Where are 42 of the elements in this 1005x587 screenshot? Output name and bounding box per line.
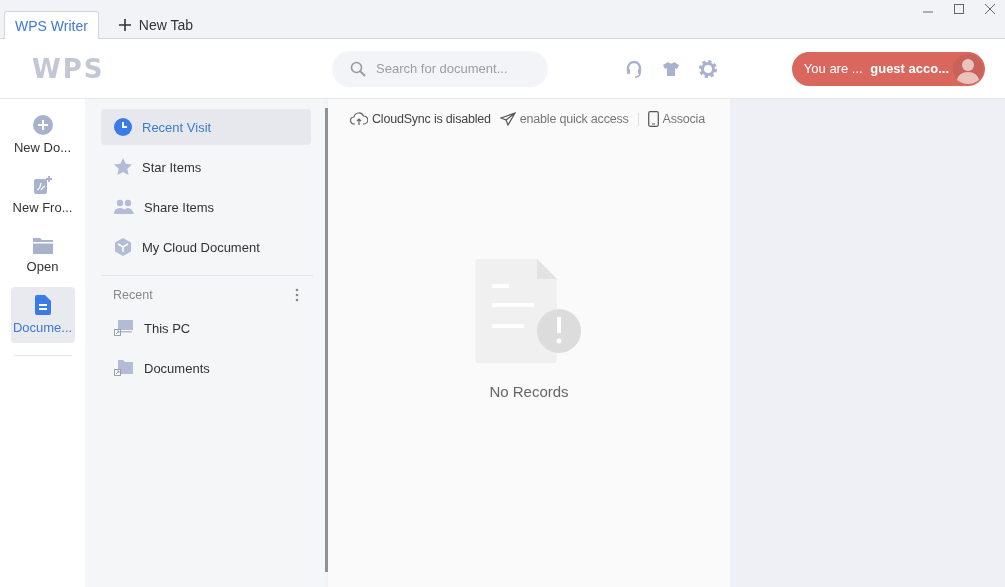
plus-icon (118, 19, 131, 31)
empty-document-icon (475, 259, 583, 363)
folder-icon (32, 236, 53, 254)
toolbar-button[interactable]: enable quick access (499, 112, 629, 126)
people-icon (114, 199, 134, 215)
account-label: You are ... guest acco... (803, 61, 949, 76)
search-field[interactable]: Search for document... (332, 50, 548, 87)
nav-item[interactable]: Open (10, 227, 75, 283)
cloud-icon (350, 112, 368, 126)
plus-circle-icon (32, 115, 53, 135)
nav-item[interactable]: New Fro... (10, 167, 75, 223)
logo: WPS (32, 53, 106, 84)
panel-item[interactable]: My Cloud Document (101, 229, 311, 265)
toolbar-button[interactable]: Associa (647, 111, 705, 127)
paper-plane-icon (499, 112, 516, 126)
cube-icon (114, 238, 132, 256)
template-icon (32, 175, 53, 195)
panel-item[interactable]: Share Items (101, 189, 311, 225)
nav-item[interactable]: Docume... (10, 287, 75, 343)
phone-icon (647, 111, 659, 127)
location-item[interactable]: This PC (101, 310, 311, 346)
toolbar-button[interactable]: CloudSync is disabled (350, 112, 491, 126)
panel-item[interactable]: Recent Visit (101, 109, 311, 145)
tab[interactable]: New Tab (108, 11, 204, 39)
clock-icon (114, 118, 132, 136)
panel-item[interactable]: Star Items (101, 149, 311, 185)
tab[interactable]: WPS Writer (4, 11, 99, 39)
search-icon (350, 60, 366, 77)
empty-message: No Records (489, 383, 569, 400)
maximize-icon[interactable] (953, 3, 965, 15)
folder-shortcut-icon (114, 359, 134, 377)
location-item[interactable]: Documents (101, 350, 311, 386)
close-icon[interactable] (984, 3, 996, 15)
more-icon[interactable] (295, 288, 299, 302)
avatar-icon (953, 53, 983, 84)
headset-icon[interactable] (624, 58, 644, 79)
section-heading: Recent (113, 288, 153, 302)
computer-shortcut-icon (114, 319, 134, 337)
document-icon (34, 295, 51, 315)
nav-item[interactable]: New Do... (10, 107, 75, 163)
star-icon (114, 158, 132, 176)
settings-icon[interactable] (698, 58, 718, 79)
